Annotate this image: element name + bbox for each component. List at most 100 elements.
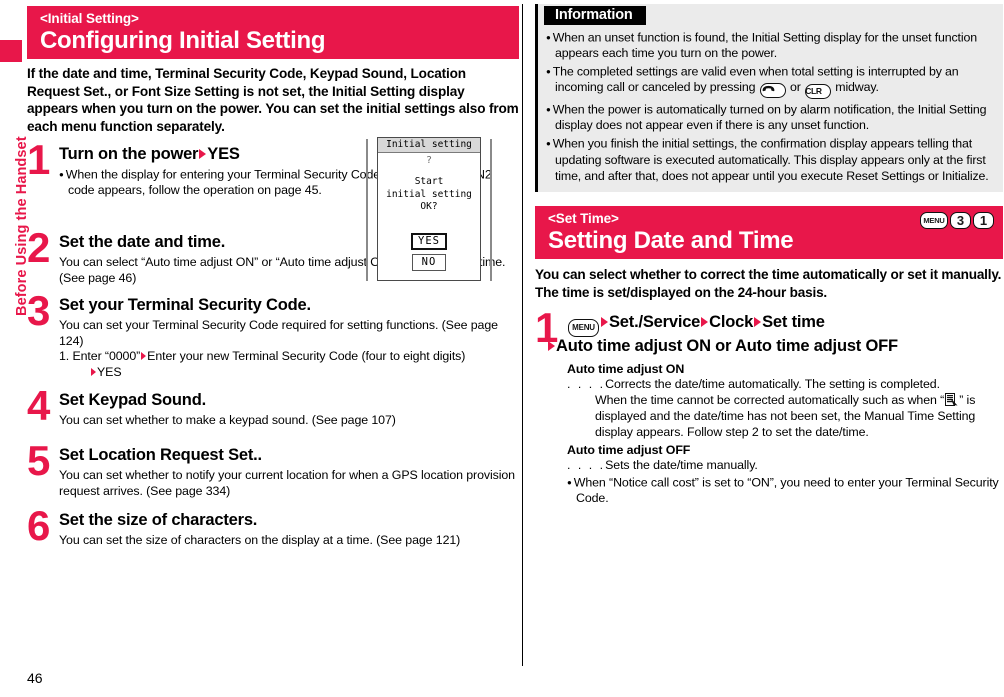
set-time-note: When “Notice call cost” is set to “ON”, … — [567, 475, 1003, 507]
set-time-step-1: 1 MENU Set./Service Clock Set time Auto tim… — [535, 306, 1003, 508]
on-line-2-text-a: When the time cannot be corrected automa… — [595, 393, 945, 408]
mockup-message-line-1: Start — [414, 176, 444, 187]
left-column: <Initial Setting> Configuring Initial Se… — [27, 6, 519, 666]
section-title: Setting Date and Time — [548, 227, 794, 255]
arrow-icon — [754, 316, 762, 327]
section-subtitle: <Initial Setting> — [40, 11, 139, 26]
substep-text-c: YES — [97, 365, 122, 380]
mockup-title: Initial setting — [378, 138, 480, 153]
side-tab: Before Using the Handset — [0, 0, 30, 697]
leader-dots: . . . . — [567, 458, 606, 473]
information-item: When the power is automatically turned o… — [538, 102, 997, 134]
information-item-text: When you finish the initial settings, th… — [552, 136, 989, 183]
set-time-section-header: <Set Time> Setting Date and Time MENU 3 … — [535, 206, 1003, 260]
bullet-icon — [546, 137, 553, 151]
substep-text-b: Enter your new Terminal Security Code (f… — [147, 349, 466, 364]
leader-dots: . . . . — [567, 377, 606, 392]
bullet-icon — [546, 102, 553, 116]
off-line-1-text: Sets the date/time manually. — [605, 458, 758, 473]
mockup-screen: Initial setting ? Start initial setting … — [377, 137, 481, 281]
step-number: 4 — [27, 381, 51, 429]
step-substep-cont: YES — [59, 365, 519, 381]
information-item-text-c: midway. — [831, 80, 879, 95]
menu-key-icon: MENU — [920, 212, 948, 230]
step-body: You can set whether to notify your curre… — [59, 468, 515, 498]
step-path-1: Set./Service — [609, 312, 701, 331]
information-box: Information When an unset function is fo… — [535, 4, 1003, 193]
information-item: When an unset function is found, the Ini… — [538, 30, 997, 62]
step-substep: 1. Enter “0000” Enter your new Terminal S… — [59, 349, 519, 365]
step-title: Set the size of characters. — [59, 511, 258, 530]
arrow-icon — [199, 149, 207, 160]
on-line-1-text: Corrects the date/time automatically. Th… — [605, 377, 940, 392]
substep-text-a: 1. Enter “0000” — [59, 349, 141, 364]
step-6: 6 Set the size of characters. You can se… — [27, 505, 519, 549]
set-time-note-text: When “Notice call cost” is set to “ON”, … — [573, 475, 999, 506]
mockup-message-line-2: initial setting — [386, 188, 472, 200]
step-body: You can set whether to make a keypad sou… — [59, 412, 396, 427]
information-box-title: Information — [544, 6, 646, 25]
arrow-icon — [141, 351, 147, 360]
phone-screen-mockup: Initial setting ? Start initial setting … — [366, 137, 492, 283]
auto-time-adjust-on-line-2: When the time cannot be corrected automa… — [567, 393, 1003, 440]
bullet-icon — [567, 476, 574, 490]
information-item-text-b: or — [786, 80, 804, 95]
step-4: 4 Set Keypad Sound. You can set whether … — [27, 384, 519, 429]
key-1-icon: 1 — [973, 212, 994, 230]
step-5: 5 Set Location Request Set.. You can set… — [27, 440, 519, 499]
bullet-icon — [546, 65, 553, 79]
bullet-icon — [546, 30, 553, 44]
end-call-key-icon — [759, 83, 786, 99]
step-3: 3 Set your Terminal Security Code. You c… — [27, 290, 519, 381]
step-number: 5 — [27, 437, 51, 485]
information-item-text: When an unset function is found, the Ini… — [552, 30, 977, 60]
step-body: You can set your Terminal Security Code … — [59, 318, 498, 348]
clr-key-icon: CLR — [804, 84, 831, 100]
out-of-service-area-icon — [945, 393, 958, 407]
information-item: The completed settings are valid even wh… — [538, 64, 997, 100]
mockup-message-line-3: OK? — [420, 201, 438, 212]
column-divider — [522, 4, 523, 666]
question-mark-icon: ? — [425, 155, 433, 166]
step-number: 6 — [27, 502, 51, 550]
step-title-line2: Auto time adjust ON or Auto time adjust … — [547, 337, 1003, 356]
step-title: Set Location Request Set.. — [59, 446, 262, 465]
information-item-text-a: The completed settings are valid even wh… — [552, 64, 959, 95]
bullet-icon — [59, 168, 66, 182]
menu-key-icon: MENU — [568, 318, 599, 337]
page-number: 46 — [27, 670, 43, 686]
arrow-icon — [701, 316, 709, 327]
mockup-yes-button[interactable]: YES — [411, 233, 447, 250]
step-number: 1 — [535, 303, 559, 351]
information-item-text: When the power is automatically turned o… — [552, 102, 987, 133]
auto-time-adjust-on-heading: Auto time adjust ON — [567, 361, 685, 376]
arrow-icon — [91, 367, 96, 376]
auto-time-adjust-off-heading: Auto time adjust OFF — [567, 442, 691, 457]
mockup-rail-left — [366, 139, 368, 281]
intro-paragraph: If the date and time, Terminal Security … — [27, 66, 519, 134]
step-title: Set your Terminal Security Code. — [59, 296, 311, 315]
step-path-4: Auto time adjust ON or Auto time adjust … — [556, 336, 898, 355]
right-column: Information When an unset function is fo… — [535, 4, 1003, 664]
mockup-rail-right — [490, 139, 492, 281]
initial-setting-section-header: <Initial Setting> Configuring Initial Se… — [27, 6, 519, 59]
step-path-2: Clock — [709, 312, 754, 331]
intro-paragraph: You can select whether to correct the ti… — [535, 267, 1002, 300]
step-title: MENU Set./Service Clock Set time — [567, 313, 1003, 337]
step-title-yes: YES — [207, 145, 240, 164]
key-3-icon: 3 — [950, 212, 971, 230]
step-title: Set Keypad Sound. — [59, 390, 206, 409]
step-body: You can set the size of characters on th… — [59, 533, 461, 548]
mockup-no-button[interactable]: NO — [411, 254, 447, 271]
mockup-message: Start initial setting OK? — [378, 176, 480, 214]
step-number: 3 — [27, 287, 51, 335]
arrow-icon — [601, 316, 608, 327]
step-number: 1 — [27, 136, 51, 184]
key-sequence: MENU 3 1 — [920, 212, 994, 230]
information-item: When you finish the initial settings, th… — [538, 136, 997, 184]
auto-time-adjust-off-line-1: . . . .Sets the date/time manually. — [567, 458, 1003, 474]
auto-time-adjust-on-line-1: . . . .Corrects the date/time automatica… — [567, 377, 1003, 393]
step-path-3: Set time — [762, 312, 825, 331]
step-number: 2 — [27, 224, 51, 272]
step-title-text: Turn on the power — [59, 145, 199, 164]
